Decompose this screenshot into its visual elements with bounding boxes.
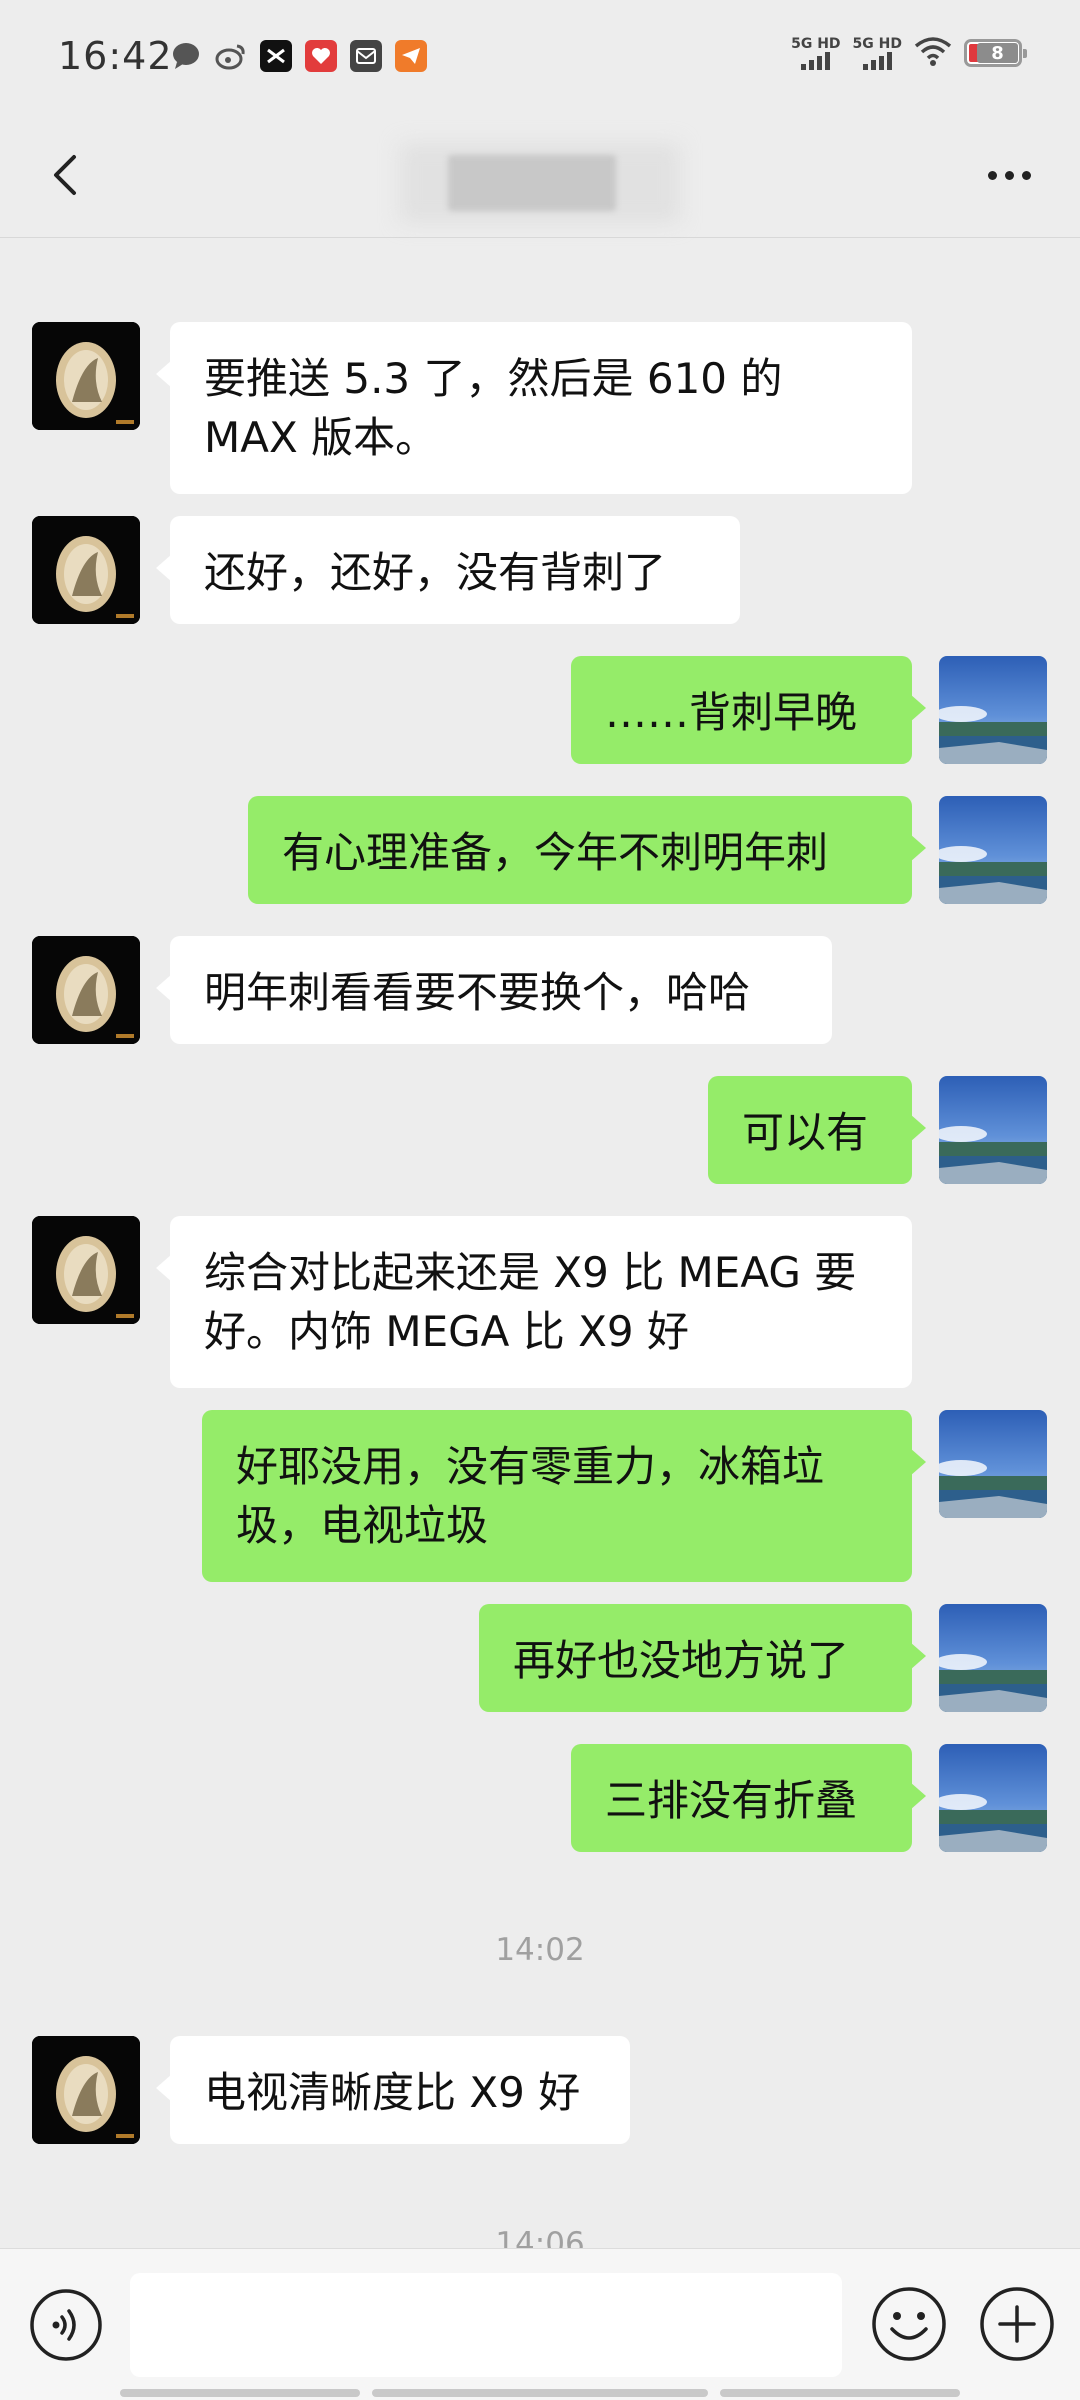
wifi-icon — [914, 36, 952, 70]
user-avatar[interactable] — [939, 1410, 1047, 1518]
user-avatar[interactable] — [939, 1604, 1047, 1712]
signal-1-icon: 5G HD — [791, 36, 841, 70]
status-bar: 16:42 5G HD 5G HD 8 — [0, 0, 1080, 115]
chat-header — [0, 115, 1080, 238]
message-bubble-incoming[interactable]: 还好，还好，没有背刺了 — [156, 516, 740, 624]
chevron-left-icon[interactable] — [40, 145, 96, 205]
message-bubble-incoming[interactable]: 综合对比起来还是 X9 比 MEAG 要好。内饰 MEGA 比 X9 好 — [156, 1216, 912, 1388]
emoji-icon[interactable] — [870, 2285, 948, 2363]
contact-avatar[interactable] — [32, 322, 140, 430]
status-right: 5G HD 5G HD 8 — [791, 36, 1027, 70]
message-bubble-incoming[interactable]: 电视清晰度比 X9 好 — [156, 2036, 630, 2144]
signal-2-icon: 5G HD — [853, 36, 902, 70]
contact-avatar[interactable] — [32, 936, 140, 1044]
message-bubble-outgoing[interactable]: ……背刺早晚 — [571, 656, 926, 764]
plus-icon[interactable] — [978, 2285, 1056, 2363]
weibo-icon — [215, 40, 247, 72]
message-bubble-outgoing[interactable]: 再好也没地方说了 — [479, 1604, 926, 1712]
message-bubble-outgoing[interactable]: 有心理准备，今年不刺明年刺 — [248, 796, 926, 904]
message-bubble-incoming[interactable]: 明年刺看看要不要换个，哈哈 — [156, 936, 832, 1044]
user-avatar[interactable] — [939, 1076, 1047, 1184]
mail-icon — [350, 40, 382, 72]
voice-icon[interactable] — [28, 2287, 104, 2363]
user-avatar[interactable] — [939, 1744, 1047, 1852]
status-time: 16:42 — [58, 34, 173, 78]
user-avatar[interactable] — [939, 796, 1047, 904]
contact-avatar[interactable] — [32, 516, 140, 624]
notification-icons — [170, 40, 427, 72]
message-input[interactable] — [130, 2273, 842, 2377]
message-bubble-outgoing[interactable]: 三排没有折叠 — [571, 1744, 926, 1852]
home-indicator — [720, 2389, 960, 2397]
contact-avatar[interactable] — [32, 2036, 140, 2144]
message-bubble-outgoing[interactable]: 可以有 — [708, 1076, 926, 1184]
capcut-icon — [260, 40, 292, 72]
chat-bubble-icon — [170, 40, 202, 72]
timestamp: 14:02 — [495, 1932, 585, 1968]
home-indicator — [120, 2389, 360, 2397]
contact-avatar[interactable] — [32, 1216, 140, 1324]
battery-icon: 8 — [964, 39, 1027, 67]
home-indicator — [372, 2389, 708, 2397]
battery-level: 8 — [977, 43, 1018, 64]
telegram-icon — [395, 40, 427, 72]
input-bar — [0, 2248, 1080, 2400]
message-bubble-outgoing[interactable]: 好耶没用，没有零重力，冰箱垃圾，电视垃圾 — [202, 1410, 926, 1582]
user-avatar[interactable] — [939, 656, 1047, 764]
more-dots-icon[interactable] — [974, 155, 1044, 195]
message-bubble-incoming[interactable]: 要推送 5.3 了，然后是 610 的 MAX 版本。 — [156, 322, 912, 494]
contact-name-redacted — [400, 137, 680, 227]
app-heart-icon — [305, 40, 337, 72]
